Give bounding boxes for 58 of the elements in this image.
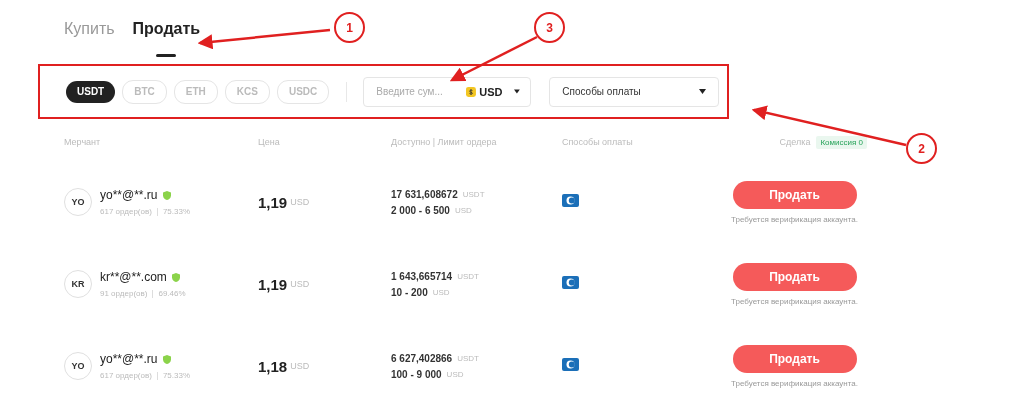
column-header: Доступно | Лимит ордера — [391, 137, 498, 147]
merchant-name[interactable]: yo**@**.ru — [100, 188, 158, 202]
order-limit: 100 - 9 000 — [391, 368, 442, 380]
column-header: Сделка — [779, 137, 811, 147]
verification-note: Требуется верификация аккаунта. — [731, 214, 858, 224]
price-currency: USD — [290, 361, 310, 371]
merchant-name[interactable]: kr**@**.com — [100, 270, 167, 284]
verification-note: Требуется верификация аккаунта. — [731, 378, 858, 388]
order-count: 617 ордер(ов) — [100, 371, 152, 380]
available-amount: 17 631,608672 — [391, 188, 458, 200]
caret-icon — [699, 89, 707, 94]
sell-button[interactable]: Продать — [732, 262, 857, 291]
completion-rate: 75.33% — [162, 207, 191, 216]
price: 1,19 — [258, 193, 288, 211]
coin-chip[interactable]: BTC — [122, 79, 167, 104]
tab[interactable]: Купить — [64, 20, 115, 40]
tab[interactable]: Продать — [132, 20, 201, 40]
completion-rate: 75.33% — [162, 371, 191, 380]
order-count: 617 ордер(ов) — [100, 207, 152, 216]
sell-button[interactable]: Продать — [732, 180, 857, 209]
price: 1,18 — [258, 357, 288, 375]
coin-chip[interactable]: USDC — [276, 79, 330, 104]
dollar-coin-icon — [466, 85, 477, 98]
price-currency: USD — [290, 197, 310, 207]
currency-label: USD — [479, 85, 503, 98]
shield-icon — [162, 354, 171, 364]
bank-icon — [562, 358, 579, 371]
caret-icon — [514, 89, 521, 94]
completion-rate: 69.46% — [158, 289, 186, 298]
annotation-number: 3 — [534, 12, 565, 43]
available-currency: USDT — [457, 271, 479, 281]
payment-select[interactable]: Способы оплаты — [549, 76, 720, 107]
shield-icon — [171, 272, 180, 282]
coin-chip[interactable]: ETH — [173, 79, 218, 104]
tab-underline — [156, 54, 177, 57]
bank-icon — [562, 194, 579, 207]
verification-note: Требуется верификация аккаунта. — [731, 296, 858, 306]
available-amount: 6 627,402866 — [391, 352, 453, 364]
column-header: Цена — [258, 137, 281, 147]
available-currency: USDT — [457, 353, 479, 363]
coin-chip[interactable]: USDT — [66, 80, 116, 103]
shield-icon — [162, 190, 171, 200]
commission-badge: Комиссия 0 — [816, 135, 867, 149]
order-limit: 2 000 - 6 500 — [391, 204, 450, 216]
amount-field[interactable]: Введите сум... USD — [363, 76, 532, 107]
order-limit: 10 - 200 — [391, 286, 428, 298]
annotation-number: 2 — [906, 133, 937, 164]
sell-button[interactable]: Продать — [732, 344, 857, 373]
merchant-name[interactable]: yo**@**.ru — [100, 352, 158, 366]
annotation-number: 1 — [334, 12, 365, 43]
coin-chip[interactable]: KCS — [224, 79, 270, 104]
column-header: Способы оплаты — [562, 137, 634, 147]
price: 1,19 — [258, 275, 288, 293]
price-currency: USD — [290, 279, 310, 289]
column-header: Мерчант — [64, 137, 102, 147]
available-amount: 1 643,665714 — [391, 270, 453, 282]
select-value: Способы оплаты — [562, 86, 641, 97]
bank-icon — [562, 276, 579, 289]
